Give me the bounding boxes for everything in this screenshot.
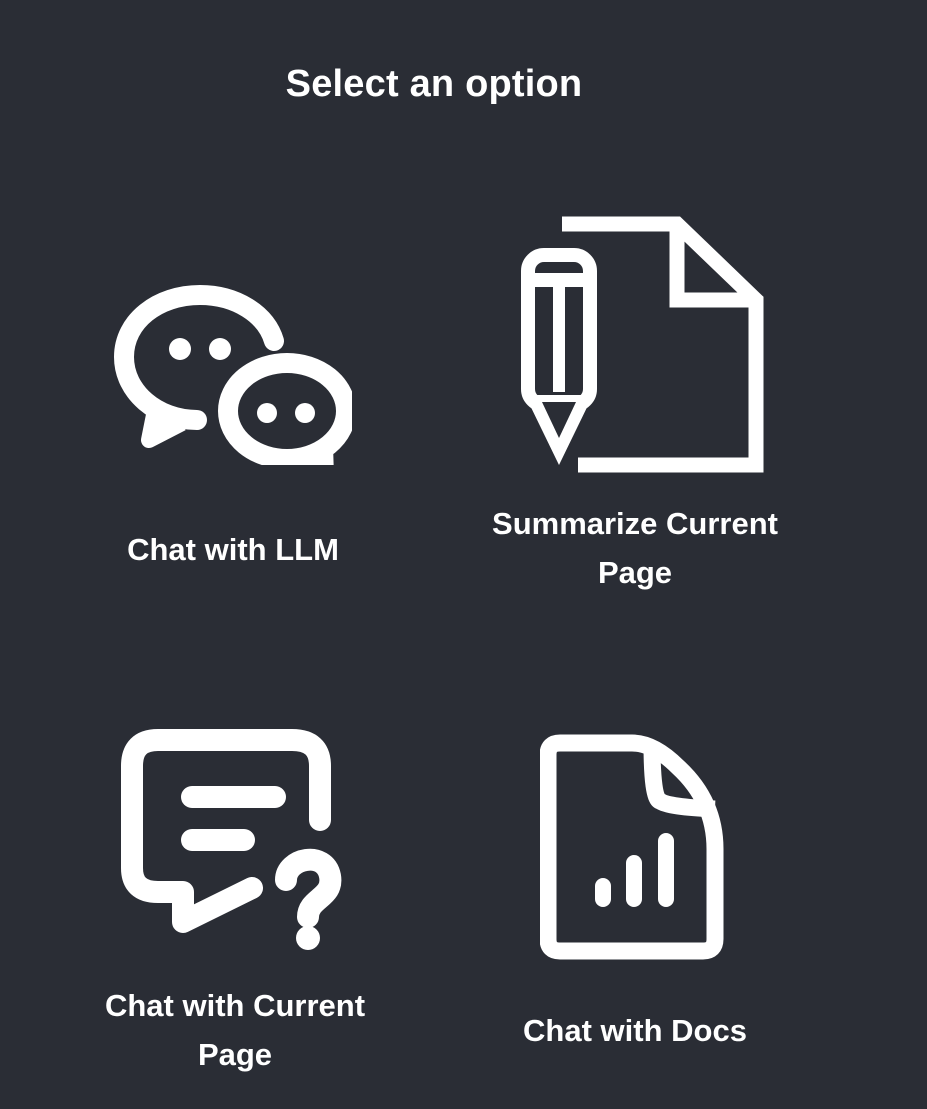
chat-with-docs-option[interactable]: Chat with Docs	[460, 715, 820, 1095]
chat-with-current-page-label: Chat with Current Page	[104, 988, 366, 1072]
page-title: Select an option	[285, 63, 583, 105]
chat-bubbles-icon	[112, 265, 356, 484]
chat-with-docs-label: Chat with Docs	[523, 1013, 747, 1048]
document-pencil-icon	[518, 210, 768, 475]
message-question-icon	[120, 720, 350, 955]
chat-with-current-page-option[interactable]: Chat with Current Page	[40, 715, 430, 1095]
chat-with-llm-option[interactable]: Chat with LLM	[40, 240, 430, 590]
chat-with-llm-label: Chat with LLM	[127, 532, 339, 567]
summarize-current-page-label: Summarize Current Page	[492, 506, 778, 590]
document-chart-icon	[539, 729, 730, 964]
summarize-current-page-option[interactable]: Summarize Current Page	[460, 200, 820, 600]
